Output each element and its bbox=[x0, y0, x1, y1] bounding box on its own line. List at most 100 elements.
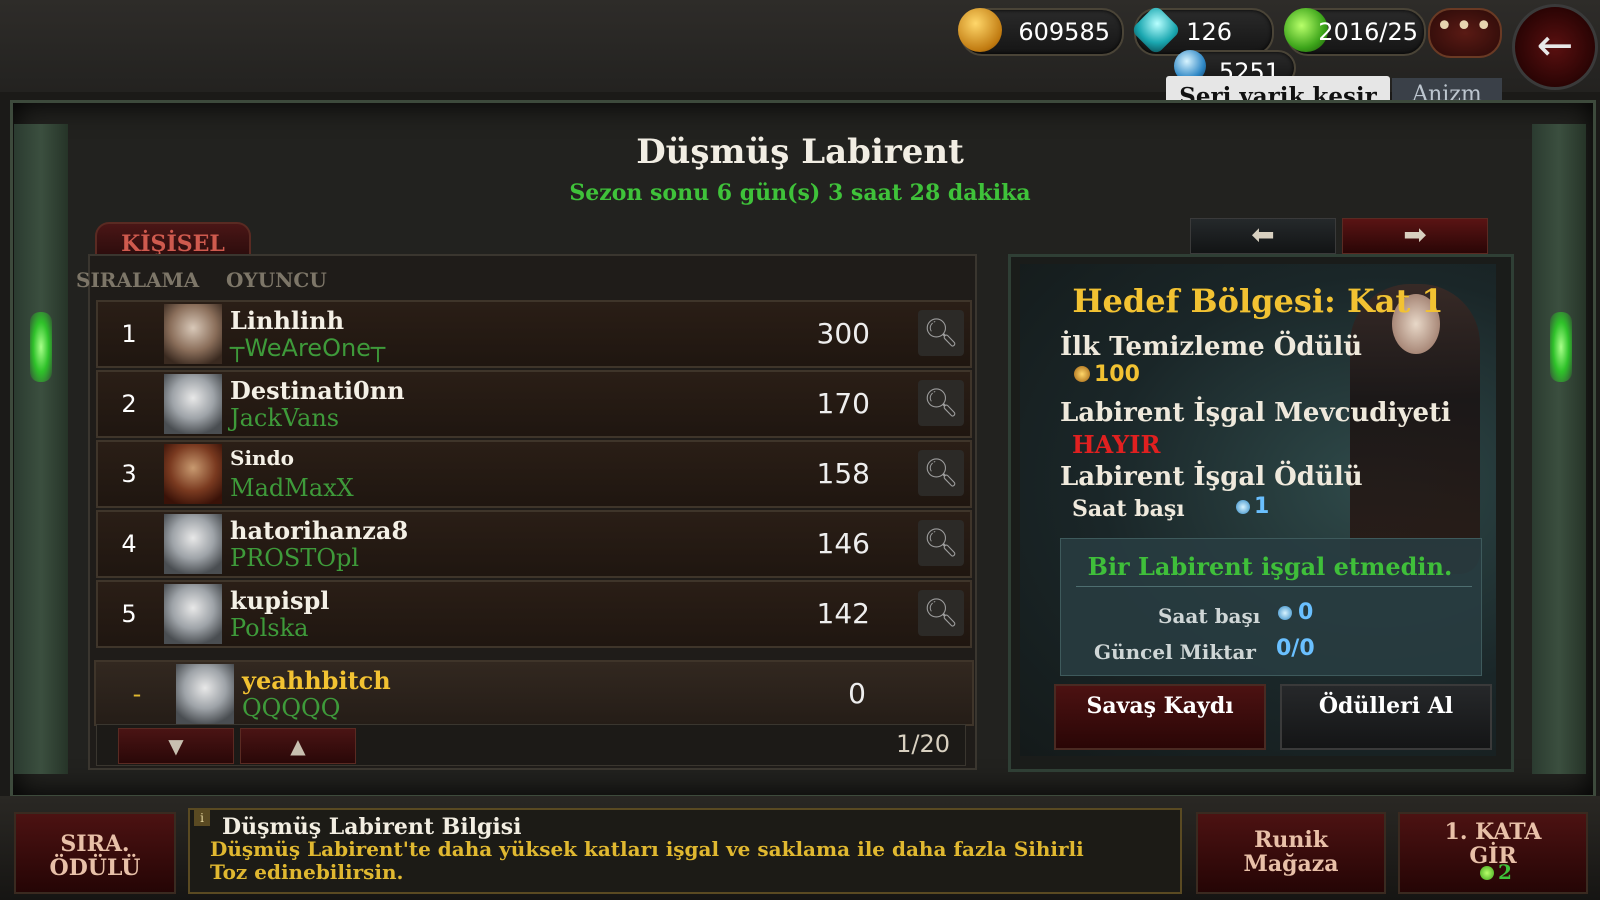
player-name: yeahhbitch bbox=[242, 666, 391, 695]
scroll-up-button[interactable]: ▲ bbox=[240, 728, 356, 764]
score: 0 bbox=[848, 677, 866, 710]
battle-log-label: Savaş Kaydı bbox=[1086, 693, 1234, 719]
magnifier-icon[interactable]: 🔍︎ bbox=[918, 590, 964, 636]
player-name: kupispl bbox=[230, 586, 330, 615]
potion-counter[interactable]: 2016/25 bbox=[1284, 8, 1426, 56]
current-amount-label: Güncel Miktar bbox=[1094, 640, 1256, 664]
magic-dust-icon bbox=[1278, 606, 1292, 620]
current-amount-value: 0/0 bbox=[1276, 636, 1315, 661]
magnifier-icon[interactable]: 🔍︎ bbox=[918, 450, 964, 496]
avatar bbox=[164, 374, 222, 434]
score: 146 bbox=[816, 527, 870, 560]
table-row[interactable]: 5 kupispl Polska 142 🔍︎ bbox=[96, 580, 972, 648]
rank-reward-button[interactable]: SIRA. ÖDÜLÜ bbox=[14, 812, 176, 894]
first-clear-reward-value: 100 bbox=[1094, 362, 1140, 387]
gold-coin-icon bbox=[958, 8, 1002, 52]
first-clear-reward-label: İlk Temizleme Ödülü bbox=[1060, 332, 1363, 362]
potion-value: 2016/25 bbox=[1318, 18, 1418, 46]
guild-name: QQQQQ bbox=[242, 694, 341, 722]
player-name: Sindo bbox=[230, 446, 294, 470]
rank-number: 2 bbox=[121, 390, 137, 418]
avatar bbox=[164, 584, 222, 644]
avatar bbox=[164, 514, 222, 574]
guild-name: ┬WeAreOne┬ bbox=[230, 334, 386, 362]
green-torch-icon bbox=[1550, 312, 1572, 382]
score: 158 bbox=[816, 457, 870, 490]
score: 142 bbox=[816, 597, 870, 630]
rank-number: 5 bbox=[121, 600, 137, 628]
potion-cost: 2 bbox=[1498, 860, 1512, 884]
column-header-rank: SIRALAMA bbox=[76, 268, 200, 292]
right-pillar-decoration bbox=[1532, 124, 1586, 774]
guild-name: JackVans bbox=[230, 404, 340, 432]
more-options-button[interactable]: ••• bbox=[1428, 8, 1502, 58]
green-torch-icon bbox=[30, 312, 52, 382]
occupation-availability-value: HAYIR bbox=[1072, 430, 1161, 459]
arrow-left-icon: ⬅ bbox=[1251, 218, 1275, 251]
divider bbox=[1076, 586, 1472, 587]
rank-number: 4 bbox=[121, 530, 137, 558]
occupation-reward-label: Labirent İşgal Ödülü bbox=[1060, 462, 1363, 492]
page-title: Düşmüş Labirent bbox=[636, 132, 964, 172]
rune-shop-button[interactable]: Runik Mağaza bbox=[1196, 812, 1386, 894]
left-pillar-decoration bbox=[14, 124, 68, 774]
chevron-down-icon: ▼ bbox=[168, 734, 184, 758]
magnifier-icon[interactable]: 🔍︎ bbox=[918, 380, 964, 426]
occupation-availability-label: Labirent İşgal Mevcudiyeti bbox=[1060, 398, 1451, 428]
gold-value: 609585 bbox=[1018, 18, 1110, 46]
collect-rewards-button[interactable]: Ödülleri Al bbox=[1280, 684, 1492, 750]
rank-reward-label: SIRA. ÖDÜLÜ bbox=[49, 831, 141, 881]
per-hour-label: Saat başı bbox=[1072, 496, 1185, 522]
battle-log-button[interactable]: Savaş Kaydı bbox=[1054, 684, 1266, 750]
season-timer: Sezon sonu 6 gün(s) 3 saat 28 dakika bbox=[569, 180, 1031, 206]
player-name: Linhlinh bbox=[230, 306, 345, 335]
target-floor-title: Hedef Bölgesi: Kat 1 bbox=[1072, 282, 1444, 320]
chevron-up-icon: ▲ bbox=[290, 734, 306, 758]
rank-number: 1 bbox=[121, 320, 137, 348]
enter-floor-button[interactable]: 1. KATA GİR 2 bbox=[1398, 812, 1588, 894]
table-row[interactable]: 3 Sindo MadMaxX 158 🔍︎ bbox=[96, 440, 972, 508]
guild-name: Polska bbox=[230, 614, 309, 642]
info-text: Düşmüş Labirent'te daha yüksek katları i… bbox=[210, 837, 1084, 884]
avatar bbox=[164, 444, 222, 504]
potion-icon bbox=[1480, 866, 1494, 880]
back-button[interactable]: ← bbox=[1512, 4, 1598, 90]
magic-dust-icon bbox=[1236, 500, 1250, 514]
magnifier-icon[interactable]: 🔍︎ bbox=[918, 310, 964, 356]
guild-name: MadMaxX bbox=[230, 474, 354, 502]
current-per-hour-value: 0 bbox=[1298, 600, 1314, 625]
current-per-hour-label: Saat başı bbox=[1158, 604, 1261, 628]
column-header-player: OYUNCU bbox=[226, 268, 327, 292]
enter-floor-label: 1. KATA GİR bbox=[1444, 819, 1542, 869]
gem-counter[interactable]: 126 bbox=[1130, 4, 1274, 56]
gem-value: 126 bbox=[1186, 18, 1232, 46]
not-occupied-message: Bir Labirent işgal etmedin. bbox=[1087, 552, 1453, 581]
guild-name: PROSTOpl bbox=[230, 544, 360, 572]
my-ranking-row[interactable]: - yeahhbitch QQQQQ 0 bbox=[94, 660, 974, 726]
score: 300 bbox=[816, 317, 870, 350]
rank-number: 3 bbox=[121, 460, 137, 488]
info-icon: i bbox=[194, 810, 210, 826]
next-floor-button[interactable]: ➡ bbox=[1342, 218, 1488, 254]
scroll-down-button[interactable]: ▼ bbox=[118, 728, 234, 764]
avatar bbox=[176, 664, 234, 724]
score: 170 bbox=[816, 387, 870, 420]
tab-personal[interactable]: KİŞİSEL bbox=[95, 222, 251, 258]
gold-coin-icon bbox=[1074, 366, 1090, 382]
player-name: Destinati0nn bbox=[230, 376, 405, 405]
back-arrow-icon: ← bbox=[1536, 20, 1574, 71]
rank-number: - bbox=[132, 680, 142, 708]
magnifier-icon[interactable]: 🔍︎ bbox=[918, 520, 964, 566]
table-row[interactable]: 2 Destinati0nn JackVans 170 🔍︎ bbox=[96, 370, 972, 438]
collect-rewards-label: Ödülleri Al bbox=[1318, 693, 1454, 719]
table-row[interactable]: 1 Linhlinh ┬WeAreOne┬ 300 🔍︎ bbox=[96, 300, 972, 368]
table-row[interactable]: 4 hatorihanza8 PROSTOpl 146 🔍︎ bbox=[96, 510, 972, 578]
page-indicator: 1/20 bbox=[896, 730, 950, 758]
prev-floor-button[interactable]: ⬅ bbox=[1190, 218, 1336, 254]
gold-counter[interactable]: 609585 bbox=[958, 8, 1124, 56]
avatar bbox=[164, 304, 222, 364]
arrow-right-icon: ➡ bbox=[1403, 218, 1427, 251]
player-name: hatorihanza8 bbox=[230, 516, 409, 545]
per-hour-value: 1 bbox=[1254, 494, 1270, 519]
more-icon: ••• bbox=[1435, 9, 1495, 44]
